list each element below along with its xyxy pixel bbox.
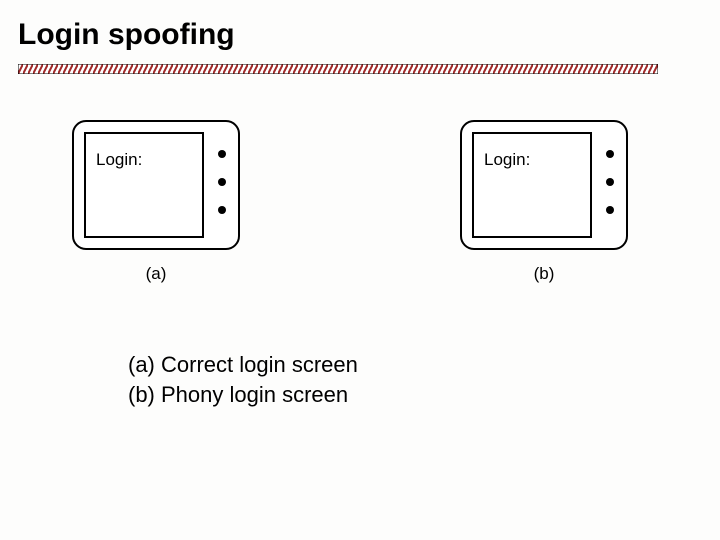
monitor-screen: Login: — [472, 132, 592, 238]
knob-icon — [606, 178, 614, 186]
login-prompt-b: Login: — [484, 150, 530, 170]
monitor-a: Login: (a) — [72, 120, 240, 250]
knob-icon — [218, 206, 226, 214]
caption-b: (b) — [460, 264, 628, 284]
description-line-b: (b) Phony login screen — [128, 380, 358, 410]
caption-a: (a) — [72, 264, 240, 284]
monitor-b: Login: (b) — [460, 120, 628, 250]
knob-icon — [606, 150, 614, 158]
title-underline — [18, 64, 658, 74]
login-prompt-a: Login: — [96, 150, 142, 170]
monitor-row: Login: (a) Login: (b) — [0, 120, 720, 320]
description-line-a: (a) Correct login screen — [128, 350, 358, 380]
knob-icon — [218, 178, 226, 186]
slide-title: Login spoofing — [18, 18, 235, 52]
knob-icon — [606, 206, 614, 214]
knob-icon — [218, 150, 226, 158]
description: (a) Correct login screen (b) Phony login… — [128, 350, 358, 409]
monitor-screen: Login: — [84, 132, 204, 238]
